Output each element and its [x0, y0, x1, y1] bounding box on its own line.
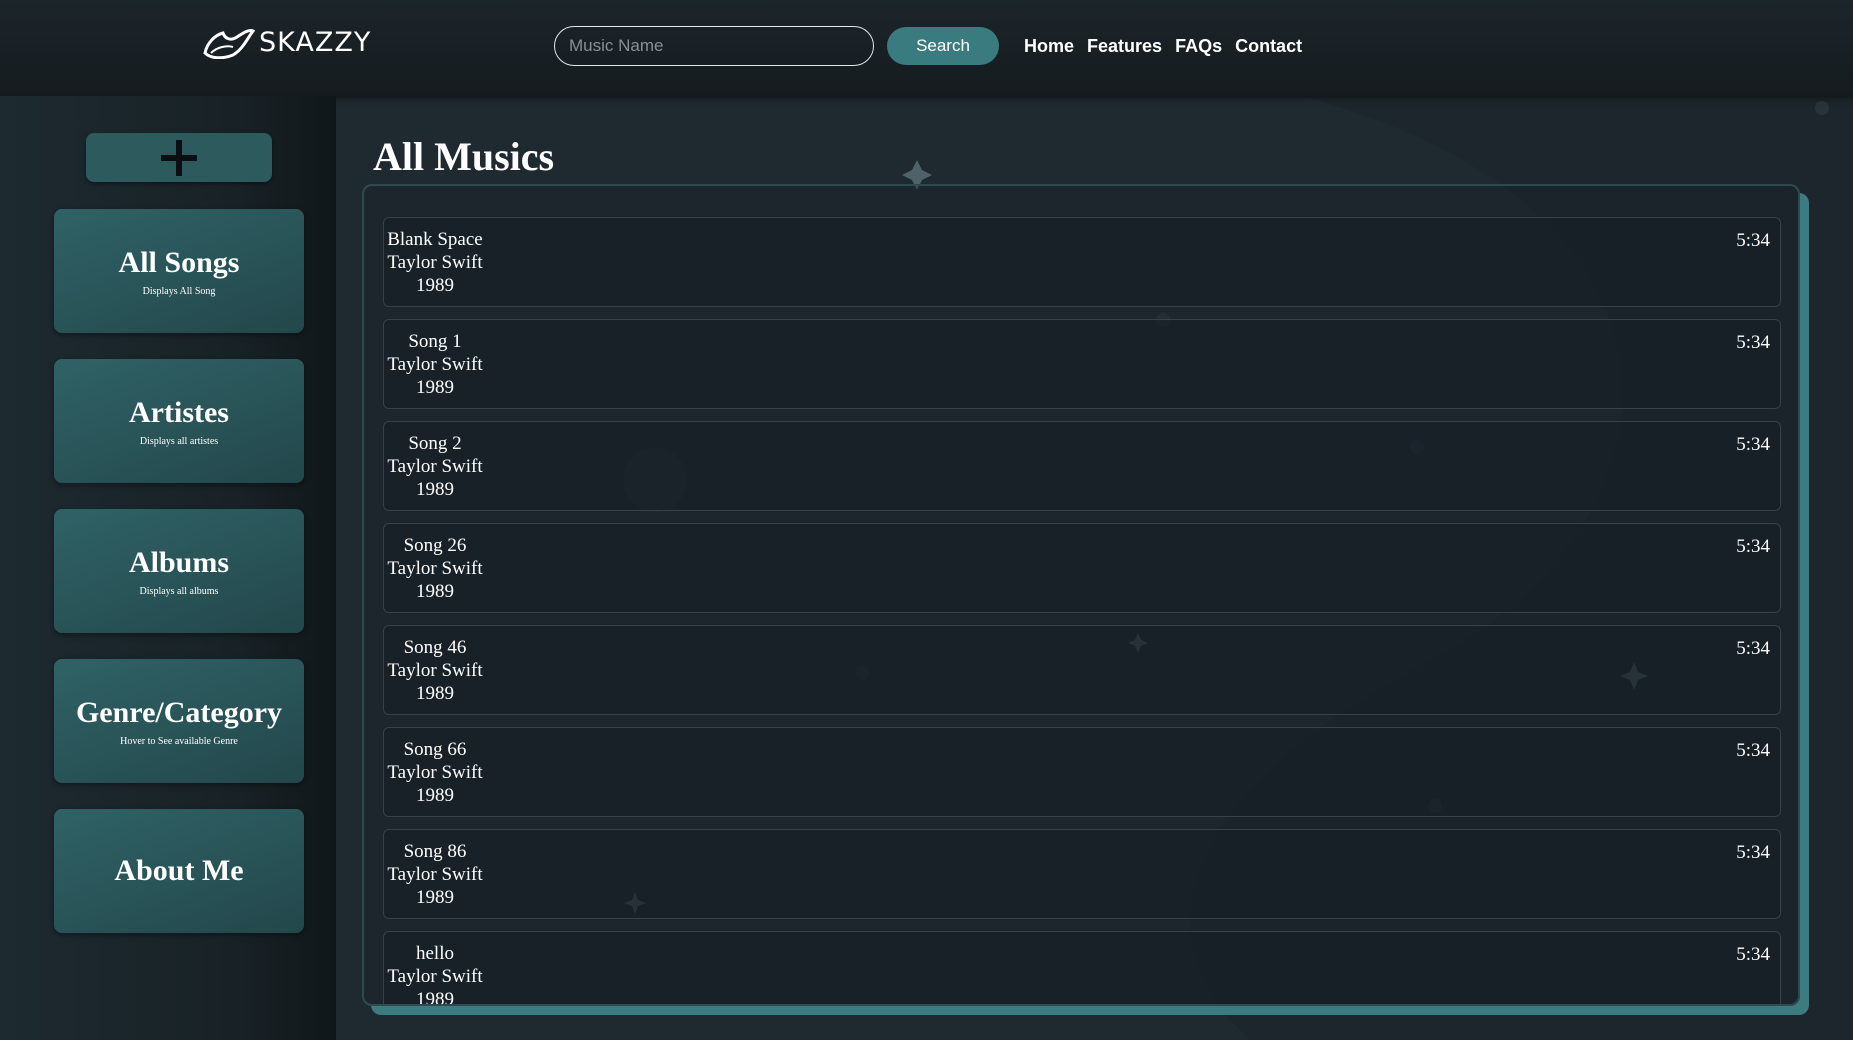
sidebar-item-title: Albums: [128, 545, 230, 579]
song-name: Song 66: [403, 739, 467, 760]
song-album: 1989: [416, 683, 454, 704]
sidebar-item-albums[interactable]: Albums Displays all albums: [54, 509, 304, 633]
song-artist: Taylor Swift: [387, 558, 483, 579]
song-row[interactable]: Blank Space Taylor Swift 1989 5:34: [383, 217, 1781, 307]
nav-home[interactable]: Home: [1024, 36, 1074, 57]
song-artist: Taylor Swift: [387, 762, 483, 783]
song-duration: 5:34: [1736, 230, 1770, 251]
search-button[interactable]: Search: [887, 27, 999, 65]
nav-features[interactable]: Features: [1087, 36, 1162, 57]
song-duration: 5:34: [1736, 944, 1770, 965]
song-name: hello: [416, 943, 454, 964]
search-input[interactable]: [554, 26, 874, 66]
song-row[interactable]: Song 46 Taylor Swift 1989 5:34: [383, 625, 1781, 715]
song-duration: 5:34: [1736, 536, 1770, 557]
song-artist: Taylor Swift: [387, 456, 483, 477]
sidebar-item-genre-category[interactable]: Genre/Category Hover to See available Ge…: [54, 659, 304, 783]
song-info: hello Taylor Swift 1989: [384, 942, 486, 1006]
song-info: Song 46 Taylor Swift 1989: [384, 636, 486, 705]
sidebar-item-subtitle: Displays all albums: [139, 585, 219, 597]
song-info: Song 2 Taylor Swift 1989: [384, 432, 486, 501]
song-album: 1989: [416, 989, 454, 1006]
song-duration: 5:34: [1736, 638, 1770, 659]
song-info: Blank Space Taylor Swift 1989: [384, 228, 486, 297]
sidebar-item-title: Genre/Category: [75, 695, 283, 729]
song-row[interactable]: Song 2 Taylor Swift 1989 5:34: [383, 421, 1781, 511]
song-name: Song 1: [408, 331, 462, 352]
sidebar-item-title: About Me: [114, 854, 244, 887]
add-button[interactable]: [86, 133, 272, 182]
song-duration: 5:34: [1736, 434, 1770, 455]
song-row[interactable]: Song 86 Taylor Swift 1989 5:34: [383, 829, 1781, 919]
song-duration: 5:34: [1736, 842, 1770, 863]
song-album: 1989: [416, 581, 454, 602]
sidebar-item-about-me[interactable]: About Me: [54, 809, 304, 933]
sidebar-item-all-songs[interactable]: All Songs Displays All Song: [54, 209, 304, 333]
song-row[interactable]: Song 66 Taylor Swift 1989 5:34: [383, 727, 1781, 817]
sidebar-item-subtitle: Hover to See available Genre: [120, 735, 238, 747]
song-row[interactable]: Song 1 Taylor Swift 1989 5:34: [383, 319, 1781, 409]
song-artist: Taylor Swift: [387, 864, 483, 885]
song-duration: 5:34: [1736, 740, 1770, 761]
nav-contact[interactable]: Contact: [1235, 36, 1302, 57]
song-artist: Taylor Swift: [387, 354, 483, 375]
song-duration: 5:34: [1736, 332, 1770, 353]
nav-faqs[interactable]: FAQs: [1175, 36, 1222, 57]
song-info: Song 86 Taylor Swift 1989: [384, 840, 486, 909]
sidebar-item-subtitle: Displays all artistes: [139, 435, 219, 447]
shoe-logo-icon: [203, 29, 255, 59]
sidebar-item-title: Artistes: [129, 395, 229, 429]
sidebar-item-artistes[interactable]: Artistes Displays all artistes: [54, 359, 304, 483]
song-name: Blank Space: [387, 229, 483, 250]
song-name: Song 46: [403, 637, 467, 658]
song-artist: Taylor Swift: [387, 966, 483, 987]
sidebar-item-subtitle: Displays All Song: [142, 285, 216, 297]
top-header: SKAZZY Search Home Features FAQs Contact: [0, 0, 1853, 96]
song-album: 1989: [416, 785, 454, 806]
page-title: All Musics: [373, 134, 555, 179]
song-list: Blank Space Taylor Swift 1989 5:34 Song …: [362, 184, 1800, 1006]
song-name: Song 2: [408, 433, 462, 454]
logo[interactable]: SKAZZY: [203, 24, 371, 60]
song-info: Song 1 Taylor Swift 1989: [384, 330, 486, 399]
song-info: Song 66 Taylor Swift 1989: [384, 738, 486, 807]
song-info: Song 26 Taylor Swift 1989: [384, 534, 486, 603]
song-row[interactable]: Song 26 Taylor Swift 1989 5:34: [383, 523, 1781, 613]
logo-text: SKAZZY: [259, 26, 372, 58]
song-album: 1989: [416, 479, 454, 500]
main-nav: Home Features FAQs Contact: [1024, 36, 1302, 57]
song-name: Song 26: [403, 535, 467, 556]
song-album: 1989: [416, 377, 454, 398]
song-name: Song 86: [403, 841, 467, 862]
song-album: 1989: [416, 275, 454, 296]
song-row[interactable]: hello Taylor Swift 1989 5:34: [383, 931, 1781, 1006]
song-artist: Taylor Swift: [387, 252, 483, 273]
plus-icon: [161, 139, 197, 176]
song-artist: Taylor Swift: [387, 660, 483, 681]
sidebar: All Songs Displays All Song Artistes Dis…: [0, 96, 336, 1040]
sidebar-item-title: All Songs: [118, 245, 240, 279]
song-album: 1989: [416, 887, 454, 908]
